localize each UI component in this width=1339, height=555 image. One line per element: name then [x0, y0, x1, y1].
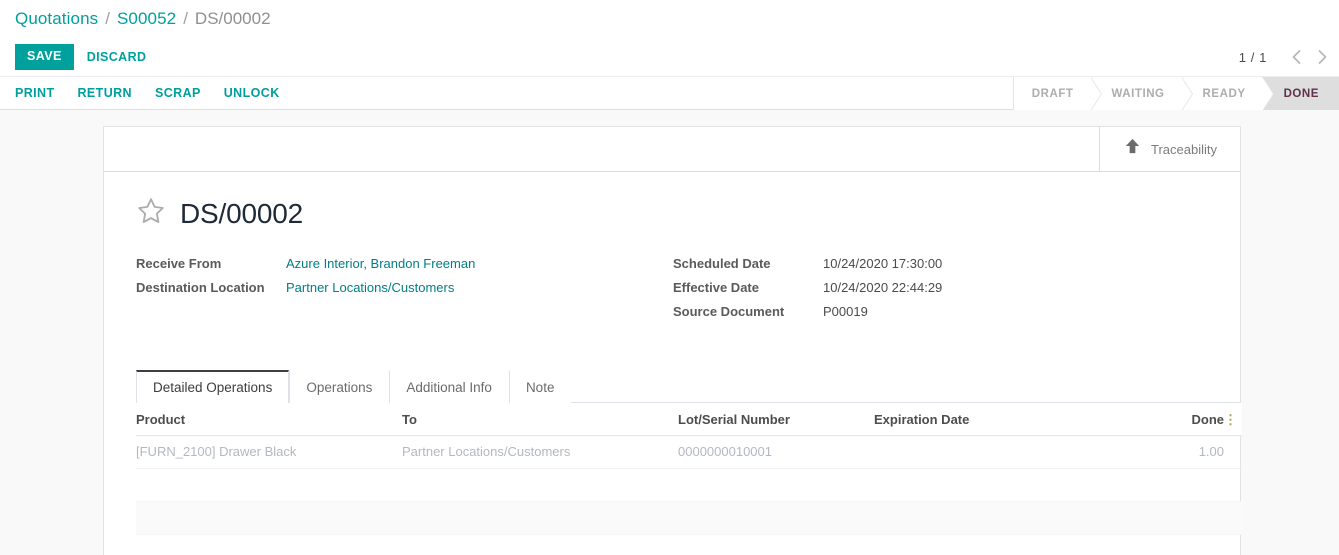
- sheet-background: Traceability DS/00002 Receive From Azure…: [0, 110, 1339, 555]
- optional-columns-toggle[interactable]: ⋮: [1224, 403, 1242, 436]
- discard-button[interactable]: DISCARD: [87, 51, 147, 64]
- table-header-row: Product To Lot/Serial Number Expiration …: [136, 403, 1242, 436]
- record-title-area: DS/00002: [104, 172, 1240, 231]
- traceability-button[interactable]: Traceability: [1099, 127, 1240, 171]
- control-panel: SAVE DISCARD 1 / 1: [0, 38, 1339, 76]
- star-outline-icon[interactable]: [136, 196, 166, 231]
- filler-cell: [136, 534, 1242, 555]
- chevron-left-icon[interactable]: [1283, 44, 1309, 70]
- field-group: Receive From Azure Interior, Brandon Fre…: [104, 231, 1240, 328]
- notebook-tabs: Detailed Operations Operations Additiona…: [136, 370, 1240, 403]
- field-label: Effective Date: [673, 280, 759, 295]
- breadcrumb-separator: /: [105, 9, 110, 28]
- save-button[interactable]: SAVE: [15, 44, 74, 70]
- status-pipeline: DRAFT WAITING READY DONE: [1012, 77, 1339, 111]
- field-value-scheduled-date[interactable]: 10/24/2020 17:30:00: [823, 256, 942, 271]
- field-label: Scheduled Date: [673, 256, 771, 271]
- field-label: Source Document: [673, 304, 785, 319]
- form-sheet: Traceability DS/00002 Receive From Azure…: [103, 126, 1242, 555]
- status-stage-waiting[interactable]: WAITING: [1089, 77, 1193, 111]
- tab-detailed-operations[interactable]: Detailed Operations: [136, 370, 290, 403]
- statusbar: PRINT RETURN SCRAP UNLOCK DRAFT WAITING …: [0, 76, 1339, 111]
- cell-lot-serial-number[interactable]: 0000000010001: [678, 435, 874, 469]
- print-button[interactable]: PRINT: [15, 86, 55, 100]
- odoo-form-view: Quotations / S00052 / DS/00002 SAVE DISC…: [0, 0, 1339, 555]
- field-scheduled-date: Scheduled Date 10/24/2020 17:30:00: [673, 256, 1193, 280]
- stat-button-box: Traceability: [104, 127, 1240, 172]
- table-filler-row: [136, 501, 1242, 535]
- unlock-button[interactable]: UNLOCK: [224, 86, 280, 100]
- column-header-done: Done: [1150, 403, 1224, 436]
- chevron-right-icon[interactable]: [1309, 44, 1335, 70]
- table-filler-row: [136, 534, 1242, 555]
- cell-spacer: [1224, 435, 1242, 469]
- pager-count: 1 / 1: [1238, 49, 1267, 65]
- traceability-label: Traceability: [1151, 141, 1217, 157]
- status-stage-draft[interactable]: DRAFT: [1013, 77, 1102, 111]
- pager: 1 / 1: [1239, 38, 1339, 76]
- field-effective-date: Effective Date 10/24/2020 22:44:29: [673, 280, 1193, 304]
- column-header-lot-serial-number: Lot/Serial Number: [678, 403, 874, 436]
- field-destination-location: Destination Location Partner Locations/C…: [136, 280, 673, 304]
- tab-operations[interactable]: Operations: [289, 370, 390, 403]
- breadcrumb: Quotations / S00052 / DS/00002: [0, 0, 1339, 38]
- scrap-button[interactable]: SCRAP: [155, 86, 201, 100]
- tab-additional-info[interactable]: Additional Info: [389, 370, 509, 403]
- cell-to[interactable]: Partner Locations/Customers: [402, 435, 678, 469]
- column-header-product: Product: [136, 403, 402, 436]
- table-filler-row: [136, 468, 1242, 502]
- field-source-document: Source Document P00019: [673, 304, 1193, 328]
- filler-cell: [136, 501, 1242, 535]
- field-label: Receive From: [136, 256, 222, 271]
- breadcrumb-item-current: DS/00002: [194, 9, 271, 28]
- field-value-receive-from[interactable]: Azure Interior, Brandon Freeman: [286, 256, 475, 271]
- breadcrumb-item-s00052[interactable]: S00052: [117, 9, 176, 29]
- tab-note[interactable]: Note: [508, 370, 572, 403]
- column-header-expiration-date: Expiration Date: [874, 403, 1150, 436]
- breadcrumb-separator: /: [183, 9, 188, 28]
- cell-product[interactable]: [FURN_2100] Drawer Black: [136, 435, 402, 469]
- table-row[interactable]: [FURN_2100] Drawer Black Partner Locatio…: [136, 435, 1242, 469]
- filler-cell: [136, 468, 1242, 502]
- field-receive-from: Receive From Azure Interior, Brandon Fre…: [136, 256, 673, 280]
- cell-done[interactable]: 1.00: [1150, 435, 1224, 469]
- detailed-operations-table: Product To Lot/Serial Number Expiration …: [104, 403, 1242, 555]
- field-label: Destination Location: [136, 280, 265, 295]
- cell-expiration-date[interactable]: [874, 435, 1150, 469]
- vertical-dots-icon[interactable]: ⋮: [1224, 412, 1237, 427]
- notebook: Detailed Operations Operations Additiona…: [104, 370, 1242, 555]
- status-stage-ready[interactable]: READY: [1180, 77, 1274, 111]
- return-button[interactable]: RETURN: [78, 86, 132, 100]
- breadcrumb-item-quotations[interactable]: Quotations: [15, 9, 98, 29]
- field-value-source-document[interactable]: P00019: [823, 304, 868, 319]
- field-value-effective-date[interactable]: 10/24/2020 22:44:29: [823, 280, 942, 295]
- field-column-right: Scheduled Date 10/24/2020 17:30:00 Effec…: [673, 256, 1193, 328]
- column-header-to: To: [402, 403, 678, 436]
- field-column-left: Receive From Azure Interior, Brandon Fre…: [136, 256, 673, 328]
- arrow-up-icon: [1123, 137, 1142, 161]
- field-value-destination-location[interactable]: Partner Locations/Customers: [286, 280, 454, 295]
- page-title: DS/00002: [180, 197, 303, 229]
